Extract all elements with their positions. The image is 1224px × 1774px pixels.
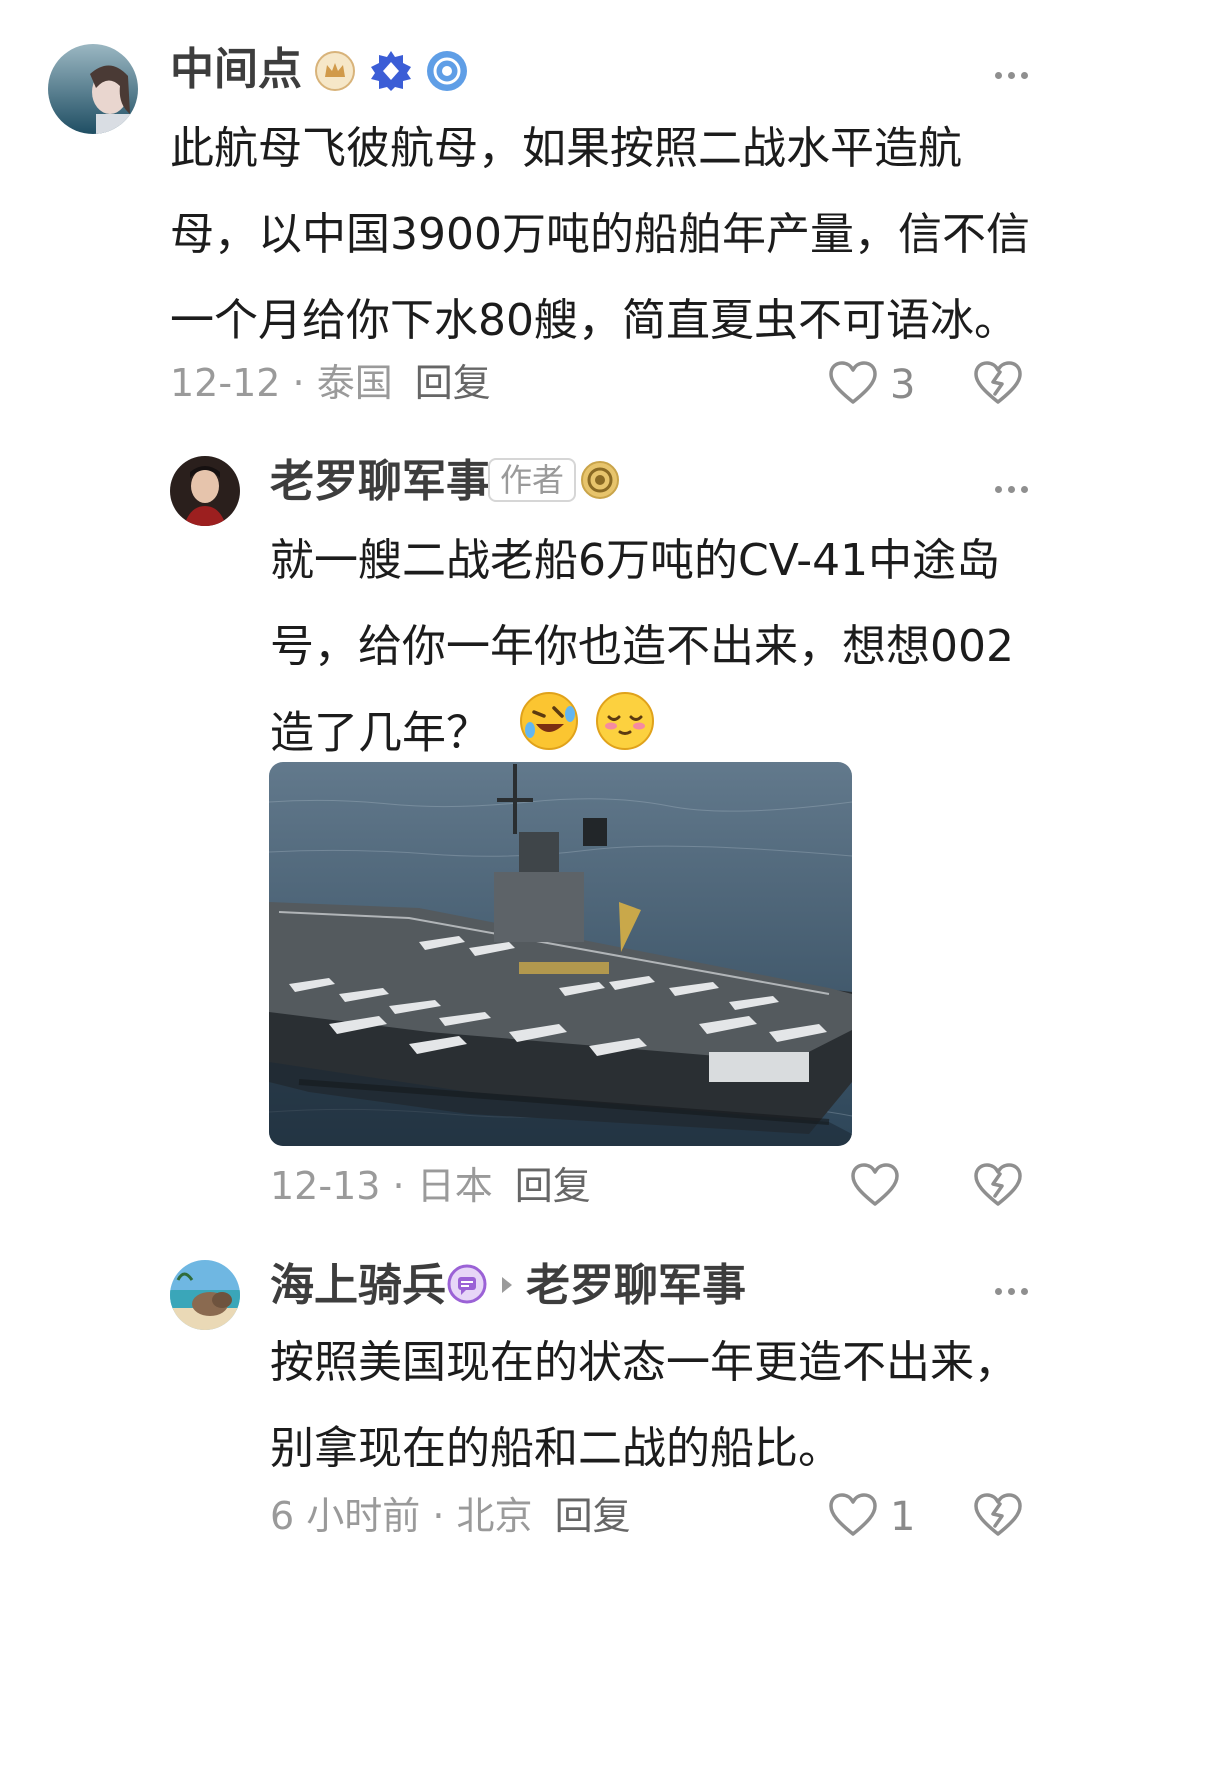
username[interactable]: 中间点 — [170, 48, 302, 92]
target-badge-icon — [580, 460, 620, 504]
meta-separator: · — [292, 361, 317, 405]
comment-location: 北京 — [456, 1494, 533, 1538]
crown-badge-icon — [314, 50, 356, 96]
like-count: 1 — [890, 1494, 916, 1540]
more-options-icon[interactable] — [995, 64, 1035, 79]
dislike-icon[interactable] — [973, 1162, 1023, 1212]
dislike-icon[interactable] — [973, 360, 1023, 410]
comment-text: 此航母飞彼航母，如果按照二战水平造航 母，以中国3900万吨的船舶年产量，信不信… — [170, 106, 1050, 364]
comment-line-text: 造了几年？ — [270, 707, 490, 759]
comment-date: 12-12 — [170, 361, 281, 405]
diamond-badge-icon — [369, 49, 413, 97]
avatar[interactable] — [170, 1260, 240, 1330]
reply-arrow-icon — [500, 1274, 514, 1300]
comment-text: 按照美国现在的状态一年更造不出来， 别拿现在的船和二战的船比。 — [270, 1320, 1050, 1492]
like-count: 3 — [890, 362, 916, 408]
comment-line: 号，给你一年你也造不出来，想想002 — [270, 621, 1014, 672]
author-tag: 作者 — [488, 458, 577, 502]
target-badge-icon — [425, 49, 469, 97]
like-icon[interactable] — [850, 1162, 900, 1212]
dislike-icon[interactable] — [973, 1492, 1023, 1542]
comment-line: 别拿现在的船和二战的船比。 — [270, 1423, 842, 1474]
reply-button[interactable]: 回复 — [555, 1494, 631, 1538]
comment-line: 母，以中国3900万吨的船舶年产量，信不信 — [170, 209, 1030, 260]
avatar[interactable] — [170, 456, 240, 526]
like-icon[interactable] — [828, 360, 878, 410]
reply-to-username[interactable]: 老罗聊军事 — [526, 1264, 746, 1308]
comment-location: 日本 — [416, 1164, 493, 1208]
comment-text: 就一艘二战老船6万吨的CV-41中途岛 号，给你一年你也造不出来，想想002 造… — [270, 518, 1050, 781]
comment-line: 按照美国现在的状态一年更造不出来， — [270, 1337, 1018, 1388]
username[interactable]: 老罗聊军事 — [270, 460, 490, 504]
comment-line: 此航母飞彼航母，如果按照二战水平造航 — [170, 123, 962, 174]
reply-button[interactable]: 回复 — [515, 1164, 591, 1208]
reply-button[interactable]: 回复 — [415, 361, 491, 405]
comment-date: 6 小时前 — [270, 1494, 421, 1538]
comment-location: 泰国 — [316, 361, 393, 405]
avatar[interactable] — [48, 44, 138, 134]
comment-meta: 12-13 · 日本 回复 — [270, 1167, 591, 1205]
message-badge-icon — [447, 1264, 487, 1308]
more-options-icon[interactable] — [995, 478, 1035, 493]
like-icon[interactable] — [828, 1492, 878, 1542]
meta-separator: · — [432, 1494, 457, 1538]
comment-meta: 6 小时前 · 北京 回复 — [270, 1497, 631, 1535]
username[interactable]: 海上骑兵 — [270, 1264, 446, 1308]
comment-date: 12-13 — [270, 1164, 381, 1208]
comment-meta: 12-12 · 泰国 回复 — [170, 364, 491, 402]
comment-line: 一个月给你下水80艘，简直夏虫不可语冰。 — [170, 295, 1018, 346]
meta-separator: · — [392, 1164, 417, 1208]
more-options-icon[interactable] — [995, 1280, 1035, 1295]
comment-line: 就一艘二战老船6万吨的CV-41中途岛 — [270, 535, 1001, 586]
attached-image[interactable] — [269, 762, 852, 1146]
